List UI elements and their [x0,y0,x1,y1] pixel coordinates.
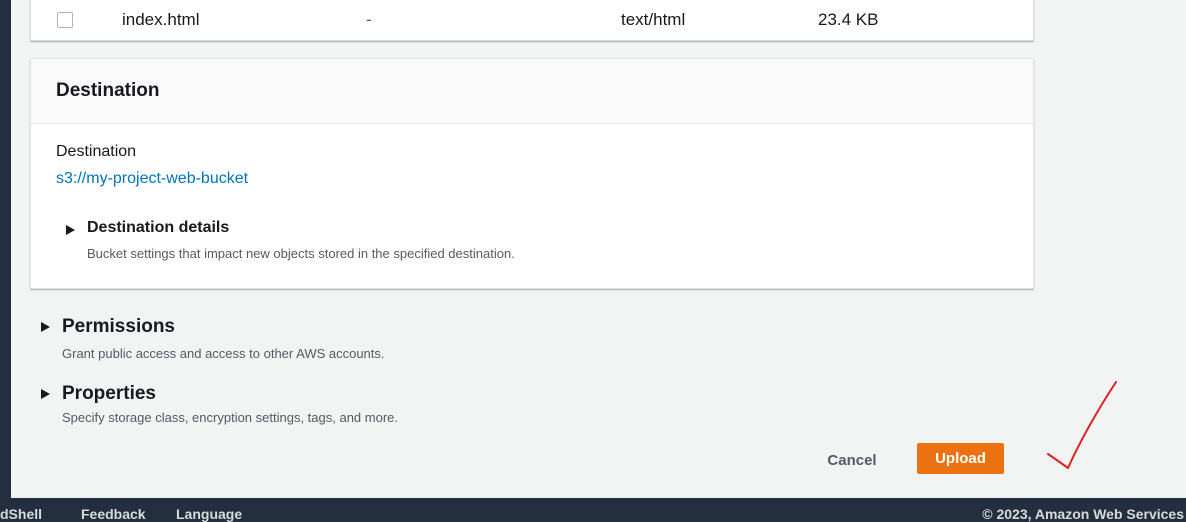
properties-description: Specify storage class, encryption settin… [62,410,399,425]
destination-header: Destination [31,59,1033,124]
destination-heading: Destination [56,80,160,101]
row-checkbox[interactable] [57,12,73,28]
file-folder: - [366,10,372,29]
caret-right-icon[interactable] [41,389,50,399]
file-size: 23.4 KB [818,10,879,29]
destination-details-description: Bucket settings that impact new objects … [87,246,515,261]
caret-right-icon[interactable] [66,225,75,235]
permissions-toggle[interactable]: Permissions [62,316,175,338]
destination-panel: Destination Destination s3://my-project-… [30,58,1034,289]
upload-button[interactable]: Upload [917,443,1004,474]
file-name: index.html [122,10,200,29]
checkmark-annotation-icon [1047,381,1117,469]
caret-right-icon[interactable] [41,322,50,332]
permissions-description: Grant public access and access to other … [62,346,385,361]
main-content: index.html - text/html 23.4 KB Destinati… [11,0,1186,498]
destination-label: Destination [56,143,137,160]
destination-details-toggle[interactable]: Destination details [87,219,229,237]
file-table-row[interactable]: index.html - text/html 23.4 KB [30,0,1034,41]
file-type: text/html [621,10,686,29]
cancel-button[interactable]: Cancel [809,446,895,474]
properties-toggle[interactable]: Properties [62,383,156,405]
destination-bucket-link[interactable]: s3://my-project-web-bucket [56,170,248,188]
